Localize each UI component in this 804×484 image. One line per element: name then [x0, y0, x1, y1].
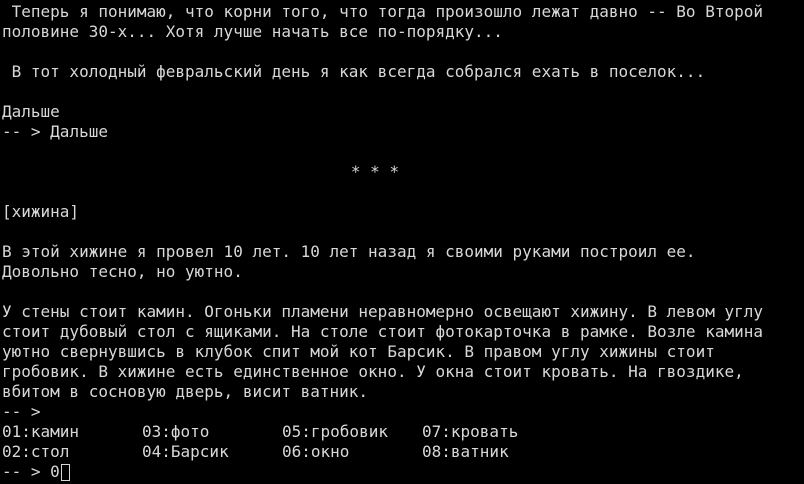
- section-separator: * * *: [350, 162, 400, 181]
- text-cursor: [60, 463, 70, 481]
- menu-item-jacket[interactable]: 08:ватник: [422, 442, 562, 462]
- location-description-line: Довольно тесно, но уютно.: [2, 262, 243, 281]
- room-description-line: вбитом в сосновую дверь, висит ватник.: [2, 382, 369, 401]
- game-terminal: Теперь я понимаю, что корни того, что то…: [0, 0, 804, 484]
- room-description-line: У стены стоит камин. Огоньки пламени нер…: [2, 302, 763, 321]
- story-text-line: половине 30-х... Хотя лучше начать все п…: [2, 22, 503, 41]
- room-description-line: гробовик. В хижине есть единственное окн…: [2, 362, 744, 381]
- location-description-line: В этой хижине я провел 10 лет. 10 лет на…: [2, 242, 696, 261]
- room-description-line: стоит дубовый стол с ящиками. На столе с…: [2, 322, 763, 341]
- prompt-marker: -- >: [2, 122, 51, 141]
- story-text-line: В тот холодный февральский день я как вс…: [2, 62, 706, 81]
- command-input-line[interactable]: -- > 0: [2, 462, 804, 482]
- command-input[interactable]: 0: [50, 462, 60, 482]
- echo-text: Дальше: [50, 122, 108, 141]
- story-text-line: Теперь я понимаю, что корни того, что то…: [2, 2, 763, 21]
- menu-item-fireplace[interactable]: 01:камин: [2, 422, 142, 442]
- echo-line: -- > Дальше: [2, 122, 804, 142]
- menu-item-window[interactable]: 06:окно: [282, 442, 422, 462]
- object-menu-row: 01:камин 03:фото 05:гробовик 07:кровать: [2, 422, 804, 442]
- menu-item-table[interactable]: 02:стол: [2, 442, 142, 462]
- menu-item-photo[interactable]: 03:фото: [142, 422, 282, 442]
- object-menu-row: 02:стол 04:Барсик 06:окно 08:ватник: [2, 442, 804, 462]
- menu-item-cupboard[interactable]: 05:гробовик: [282, 422, 422, 442]
- prompt-marker: -- >: [2, 462, 51, 481]
- empty-prompt-line: -- >: [2, 402, 41, 421]
- room-description-line: уютно свернувшись в клубок спит мой кот …: [2, 342, 715, 361]
- location-title: [хижина]: [2, 202, 80, 221]
- menu-item-cat[interactable]: 04:Барсик: [142, 442, 282, 462]
- continue-choice[interactable]: Дальше: [2, 102, 804, 122]
- menu-item-bed[interactable]: 07:кровать: [422, 422, 562, 442]
